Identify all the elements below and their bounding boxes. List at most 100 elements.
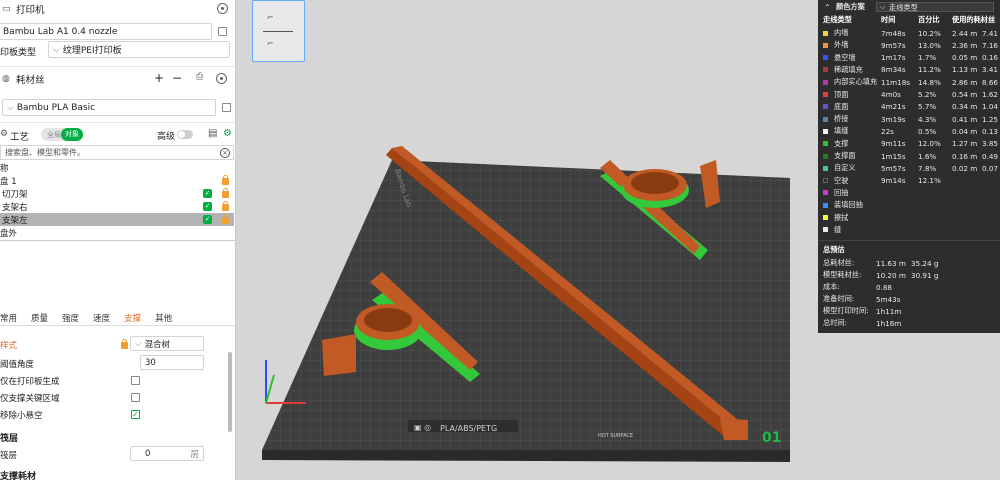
raft-group-title: 筏层 [0, 434, 19, 444]
filament-select[interactable]: ⌵ Bambu PLA Basic [2, 99, 216, 116]
legend-time: 8m34s [881, 65, 906, 75]
only-on-plate-checkbox[interactable] [131, 376, 140, 385]
raft-layers-input[interactable]: 0 层 [130, 446, 204, 461]
clear-search-icon[interactable]: × [220, 148, 230, 158]
advanced-switch[interactable] [177, 130, 193, 139]
legend-row[interactable]: 稀疏填充 8m34s 11.2% 1.13 m 3.41 g [818, 64, 1000, 76]
process-settings-gear-icon[interactable]: ⚙ [223, 128, 232, 139]
divider [0, 122, 235, 123]
legend-row[interactable]: 支撑面 1m15s 1.6% 0.16 m 0.49 g [818, 150, 1000, 162]
filament-edit-icon[interactable] [222, 103, 231, 112]
advanced-label: 高级 [157, 132, 176, 142]
tree-outside-row[interactable]: 盘外 [0, 226, 234, 239]
legend-row[interactable]: 装填回抽 [818, 199, 1000, 211]
printer-select[interactable]: Bambu Lab A1 0.4 nozzle [0, 23, 212, 40]
tree-item-label: 切刀架 [2, 189, 28, 200]
tab-speed[interactable]: 速度 [93, 312, 110, 324]
tree-item-row-selected[interactable]: 支架左 ✓ [0, 213, 234, 226]
tree-item-row[interactable]: 切刀架 ✓ [0, 187, 234, 200]
printer-settings-gear-icon[interactable] [217, 3, 228, 14]
add-filament-button[interactable]: + [154, 71, 164, 85]
threshold-angle-input[interactable]: 30 [140, 355, 204, 370]
legend-type-name: 支撑面 [834, 151, 856, 160]
legend-type-name: 外墙 [834, 40, 849, 50]
critical-only-checkbox[interactable] [131, 393, 140, 402]
legend-row[interactable]: 擦拭 [818, 212, 1000, 224]
legend-percent: 7.8% [918, 163, 937, 173]
legend-row[interactable]: 缝 [818, 224, 1000, 236]
legend-swatch [823, 215, 828, 220]
part-long-bar-end [720, 418, 748, 440]
tab-quality[interactable]: 质量 [31, 312, 48, 324]
plate-edge [262, 450, 790, 462]
settings-scrollbar[interactable] [228, 352, 232, 432]
support-style-select[interactable]: ⌵ 混合树 [130, 336, 204, 351]
legend-swatch [823, 128, 828, 134]
legend-row[interactable]: 悬空墙 1m17s 1.7% 0.05 m 0.16 g [818, 52, 1000, 64]
tab-support[interactable]: 支撑 [124, 312, 141, 324]
filament-section-title: 耗材丝 [16, 75, 45, 86]
legend-row[interactable]: 顶面 4m0s 5.2% 0.54 m 1.62 g [818, 89, 1000, 101]
plate-thumbnail[interactable]: ⌐ ⌐ [252, 0, 305, 62]
legend-time: 11m18s [881, 77, 911, 87]
filament-sync-icon[interactable]: ⎙ [196, 72, 203, 82]
summary-value: 11.63 m [876, 258, 906, 268]
remove-filament-button[interactable]: − [172, 71, 182, 85]
thumbnail-mark-top: ⌐ [267, 13, 274, 22]
filament-settings-gear-icon[interactable] [216, 73, 227, 84]
legend-row[interactable]: 自定义 5m57s 7.8% 0.02 m 0.07 g [818, 162, 1000, 174]
legend-weight: 3.41 g [982, 65, 1000, 75]
header-type: 走线类型 [823, 15, 852, 24]
legend-swatch [823, 178, 828, 184]
legend-weight: 1.25 g [982, 114, 1000, 124]
legend-row[interactable]: 支撑 9m11s 12.0% 1.27 m 3.85 g [818, 138, 1000, 150]
legend-row[interactable]: 填缝 22s 0.5% 0.04 m 0.13 g [818, 125, 1000, 137]
color-scheme-select[interactable]: ⌵ 走线类型 [876, 2, 994, 12]
compare-icon[interactable]: ▤ [208, 128, 217, 139]
legend-type-name: 内墙 [834, 28, 849, 37]
visible-checkbox[interactable]: ✓ [203, 202, 212, 211]
thumbnail-line [263, 31, 293, 32]
legend-row[interactable]: 桥接 3m19s 4.3% 0.41 m 1.25 g [818, 113, 1000, 125]
tree-plate-row[interactable]: 盘 1 [0, 174, 234, 187]
filament-icon: ◍ [2, 74, 10, 84]
lock-icon[interactable] [121, 339, 128, 349]
only-on-plate-label: 仅在打印板生成 [0, 377, 60, 387]
legend-percent: 10.2% [918, 28, 941, 38]
collapse-icon[interactable]: ⌃ [824, 3, 831, 12]
lock-icon[interactable] [222, 175, 229, 185]
plate-type-select[interactable]: ⌵ 纹理PEI打印板 [48, 41, 230, 58]
legend-row[interactable]: 底面 4m21s 5.7% 0.34 m 1.04 g [818, 101, 1000, 113]
visible-checkbox[interactable]: ✓ [203, 215, 212, 224]
printer-section-header[interactable]: ▭ 打印机 [0, 0, 235, 18]
legend-length: 2.44 m [952, 28, 978, 38]
lock-icon[interactable] [222, 188, 229, 198]
printer-edit-icon[interactable] [218, 27, 227, 36]
tab-strength[interactable]: 强度 [62, 312, 79, 324]
legend-row[interactable]: 空驶 9m14s 12.1% [818, 175, 1000, 187]
legend-type-name: 稀疏填充 [834, 64, 863, 74]
part-left-block [322, 334, 356, 376]
divider [0, 66, 235, 67]
legend-row[interactable]: 内墙 7m48s 10.2% 2.44 m 7.41 g [818, 27, 1000, 39]
tree-outside-label: 盘外 [0, 228, 18, 239]
object-search-input[interactable]: 搜索盘、模型和零件。 × [0, 145, 234, 160]
legend-row[interactable]: 内部实心填充11m18s 14.8% 2.86 m 8.66 g [818, 76, 1000, 88]
lock-icon[interactable] [222, 201, 229, 211]
legend-time: 4m0s [881, 90, 901, 99]
legend-row[interactable]: 回抽 [818, 187, 1000, 199]
global-object-toggle[interactable]: 全局 对象 [41, 128, 83, 141]
tab-others[interactable]: 其他 [155, 312, 172, 324]
legend-row[interactable]: 外墙 9m57s 13.0% 2.36 m 7.16 g [818, 39, 1000, 51]
legend-weight: 7.16 g [982, 40, 1000, 50]
tree-item-row[interactable]: 支架右 ✓ [0, 200, 234, 213]
lock-icon[interactable] [222, 214, 229, 224]
tab-common[interactable]: 常用 [0, 312, 17, 324]
thumbnail-mark-bottom: ⌐ [267, 39, 274, 48]
summary-value: 1h16m [876, 318, 902, 328]
legend-type-name: 装填回抽 [834, 200, 863, 210]
visible-checkbox[interactable]: ✓ [203, 189, 212, 198]
remove-small-overhang-checkbox[interactable]: ✓ [131, 410, 140, 419]
legend-percent: 11.2% [918, 65, 941, 75]
settings-tabs: 常用 质量 强度 速度 支撑 其他 [0, 311, 235, 326]
